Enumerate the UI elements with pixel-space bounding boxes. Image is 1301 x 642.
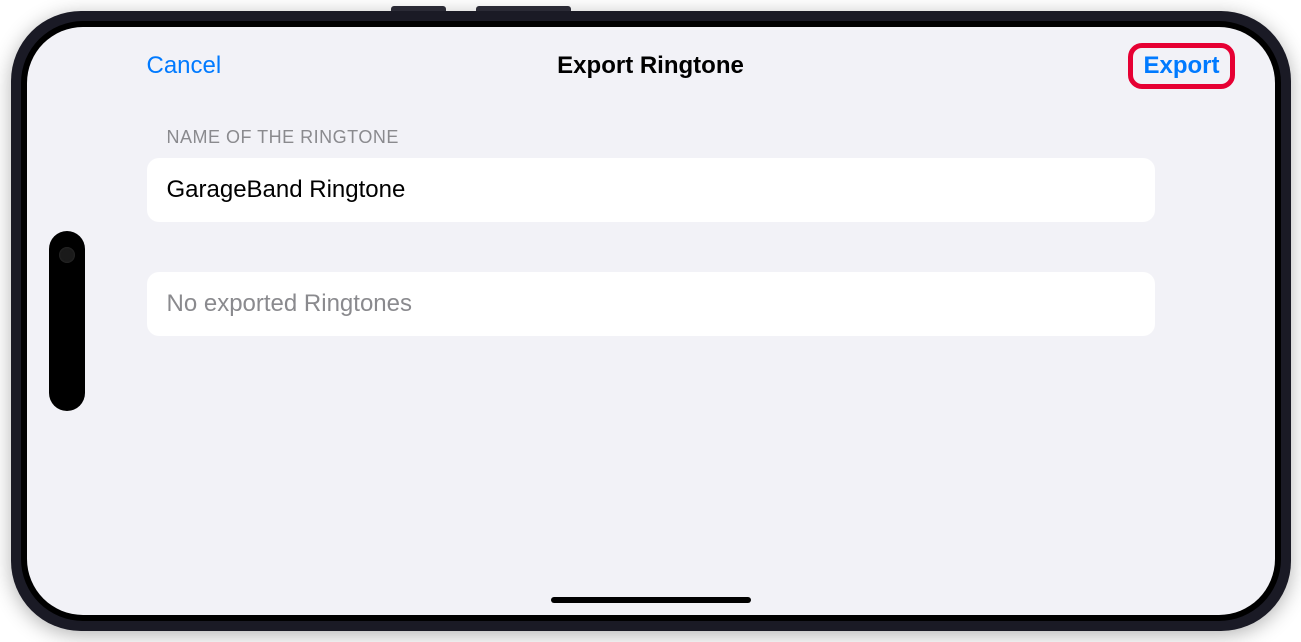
phone-inner: Cancel Export Ringtone Export NAME OF TH… [21, 21, 1281, 621]
home-indicator[interactable] [551, 597, 751, 603]
cancel-button[interactable]: Cancel [147, 52, 222, 80]
section-header: NAME OF THE RINGTONE [147, 127, 1155, 148]
ringtone-name-input[interactable]: GarageBand Ringtone [167, 176, 1135, 204]
empty-state-label: No exported Ringtones [167, 290, 1135, 318]
page-title: Export Ringtone [557, 52, 744, 80]
side-button [391, 6, 446, 11]
dynamic-island [49, 231, 85, 411]
navbar: Cancel Export Ringtone Export [27, 27, 1275, 87]
side-button [476, 6, 571, 11]
export-button[interactable]: Export [1128, 43, 1234, 89]
exported-list-cell: No exported Ringtones [147, 272, 1155, 336]
screen: Cancel Export Ringtone Export NAME OF TH… [27, 27, 1275, 615]
phone-frame: Cancel Export Ringtone Export NAME OF TH… [11, 11, 1291, 631]
content-area: NAME OF THE RINGTONE GarageBand Ringtone… [27, 87, 1275, 336]
ringtone-name-cell[interactable]: GarageBand Ringtone [147, 158, 1155, 222]
